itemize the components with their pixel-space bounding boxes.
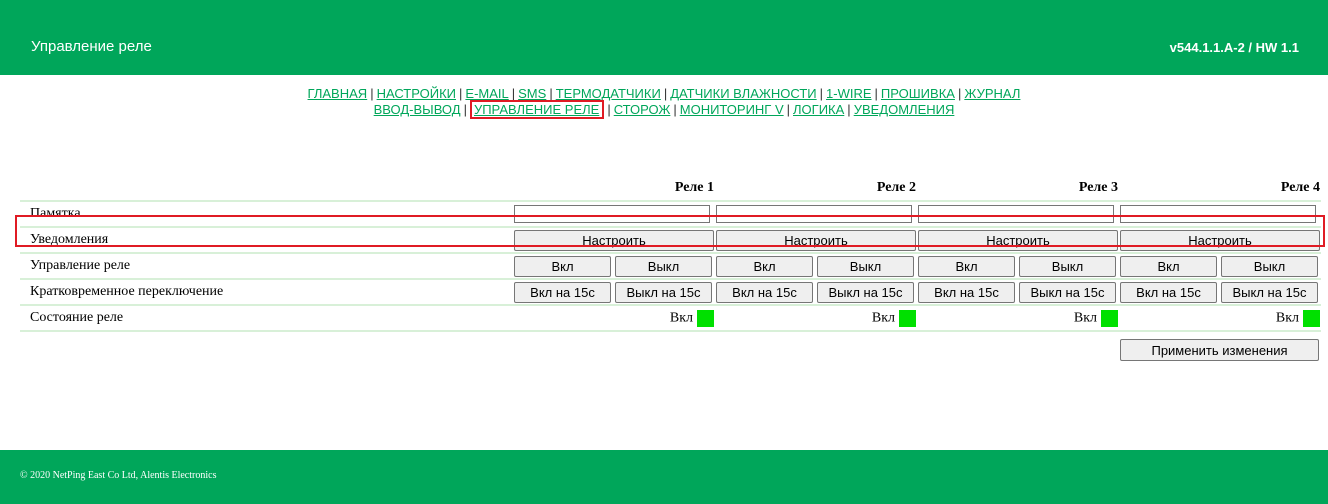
nav-link-firmware[interactable]: ПРОШИВКА (881, 86, 955, 101)
relay-3-state-text: Вкл (1073, 310, 1097, 326)
relay-4-header: Реле 4 (1280, 180, 1320, 195)
relay-1-configure-button[interactable]: Настроить (514, 229, 714, 251)
relay-1-state-text: Вкл (669, 310, 693, 326)
nav-link-watchdog[interactable]: СТОРОЖ (614, 102, 671, 117)
nav-link-notifications[interactable]: УВЕДОМЛЕНИЯ (854, 102, 955, 117)
control-label: Управление реле (30, 258, 131, 273)
nav-link-humidity-sensors[interactable]: ДАТЧИКИ ВЛАЖНОСТИ (670, 86, 816, 101)
nav-link-relay-control[interactable]: УПРАВЛЕНИЕ РЕЛЕ (474, 102, 599, 117)
relay-3-configure-button[interactable]: Настроить (918, 229, 1118, 251)
nav-link-1wire[interactable]: 1-WIRE (826, 86, 872, 101)
nav-link-monitoring-v[interactable]: МОНИТОРИНГ V (680, 102, 784, 117)
memo-row: Памятка (20, 201, 1321, 227)
nav-link-logic[interactable]: ЛОГИКА (793, 102, 844, 117)
relay-2-off-button[interactable]: Выкл (817, 255, 914, 277)
pulse-label: Кратковременное переключение (30, 284, 224, 299)
relay-1-memo-input[interactable] (514, 205, 710, 223)
relay-2-header: Реле 2 (876, 180, 916, 195)
nav-link-sms[interactable]: SMS (518, 86, 546, 101)
relay-2-pulse-off-button[interactable]: Выкл на 15с (817, 281, 914, 303)
control-row: Управление реле Вкл Выкл Вкл Выкл Вкл Вы… (20, 253, 1321, 279)
notifications-label: Уведомления (30, 232, 109, 247)
nav-link-io[interactable]: ВВОД-ВЫВОД (374, 102, 461, 117)
relay-1-pulse-on-button[interactable]: Вкл на 15с (514, 281, 611, 303)
state-row: Состояние реле Вкл Вкл Вкл Вкл (20, 305, 1321, 331)
firmware-version: v544.1.1.A-2 / HW 1.1 (1169, 40, 1299, 55)
nav-link-settings[interactable]: НАСТРОЙКИ (377, 86, 456, 101)
relay-4-off-button[interactable]: Выкл (1221, 255, 1318, 277)
copyright-text: © 2020 NetPing East Co Ltd, Alentis Elec… (20, 470, 217, 481)
relay-1-header: Реле 1 (674, 180, 714, 195)
nav-link-temp-sensors[interactable]: ТЕРМОДАТЧИКИ (556, 86, 661, 101)
relay-2-configure-button[interactable]: Настроить (716, 229, 916, 251)
nav-row-2: ВВОД-ВЫВОД | УПРАВЛЕНИЕ РЕЛЕ | СТОРОЖ | МОНИТО… (373, 100, 955, 119)
page-footer: © 2020 NetPing East Co Ltd, Alentis Elec… (0, 450, 1328, 504)
relay-1-off-button[interactable]: Выкл (615, 255, 712, 277)
relay-1-pulse-off-button[interactable]: Выкл на 15с (615, 281, 712, 303)
pulse-row: Кратковременное переключение Вкл на 15с … (20, 279, 1321, 305)
relay-2-pulse-on-button[interactable]: Вкл на 15с (716, 281, 813, 303)
relay-4-pulse-off-button[interactable]: Выкл на 15с (1221, 281, 1318, 303)
nav-link-home[interactable]: ГЛАВНАЯ (308, 86, 368, 101)
relay-4-state-indicator (1303, 309, 1320, 327)
nav-link-log[interactable]: ЖУРНАЛ (964, 86, 1020, 101)
main-nav: ГЛАВНАЯ | НАСТРОЙКИ | E-MAIL | SMS | ТЕРМОДАТЧИК… (0, 86, 1328, 119)
relay-3-on-button[interactable]: Вкл (918, 255, 1015, 277)
apply-changes-button[interactable]: Применить изменения (1120, 339, 1319, 361)
relay-3-pulse-off-button[interactable]: Выкл на 15с (1019, 281, 1116, 303)
relay-2-state-indicator (899, 309, 916, 327)
relay-2-on-button[interactable]: Вкл (716, 255, 813, 277)
relay-4-state-text: Вкл (1275, 310, 1299, 326)
notifications-row: Уведомления Настроить Настроить Настроит… (20, 227, 1321, 253)
relay-header-row: Реле 1 Реле 2 Реле 3 Реле 4 (20, 172, 1321, 201)
relay-1-on-button[interactable]: Вкл (514, 255, 611, 277)
relay-4-configure-button[interactable]: Настроить (1120, 229, 1320, 251)
relay-4-memo-input[interactable] (1120, 205, 1316, 223)
relay-4-on-button[interactable]: Вкл (1120, 255, 1217, 277)
relay-table: Реле 1 Реле 2 Реле 3 Реле 4 Памятка Увед… (20, 172, 1321, 332)
relay-3-state-indicator (1101, 309, 1118, 327)
nav-link-email[interactable]: E-MAIL (465, 86, 508, 101)
relay-1-state-indicator (697, 309, 714, 327)
relay-3-header: Реле 3 (1078, 180, 1118, 195)
relay-2-state-text: Вкл (871, 310, 895, 326)
page-title: Управление реле (31, 38, 152, 55)
relay-3-off-button[interactable]: Выкл (1019, 255, 1116, 277)
nav-row-1: ГЛАВНАЯ | НАСТРОЙКИ | E-MAIL | SMS | ТЕРМОДАТЧИК… (307, 86, 1021, 101)
memo-label: Памятка (30, 206, 81, 221)
page-header: Управление реле v544.1.1.A-2 / HW 1.1 (0, 0, 1328, 75)
relay-3-pulse-on-button[interactable]: Вкл на 15с (918, 281, 1015, 303)
nav-active-highlight: УПРАВЛЕНИЕ РЕЛЕ (469, 100, 605, 119)
relay-2-memo-input[interactable] (716, 205, 912, 223)
relay-4-pulse-on-button[interactable]: Вкл на 15с (1120, 281, 1217, 303)
state-label: Состояние реле (30, 310, 124, 325)
relay-3-memo-input[interactable] (918, 205, 1114, 223)
